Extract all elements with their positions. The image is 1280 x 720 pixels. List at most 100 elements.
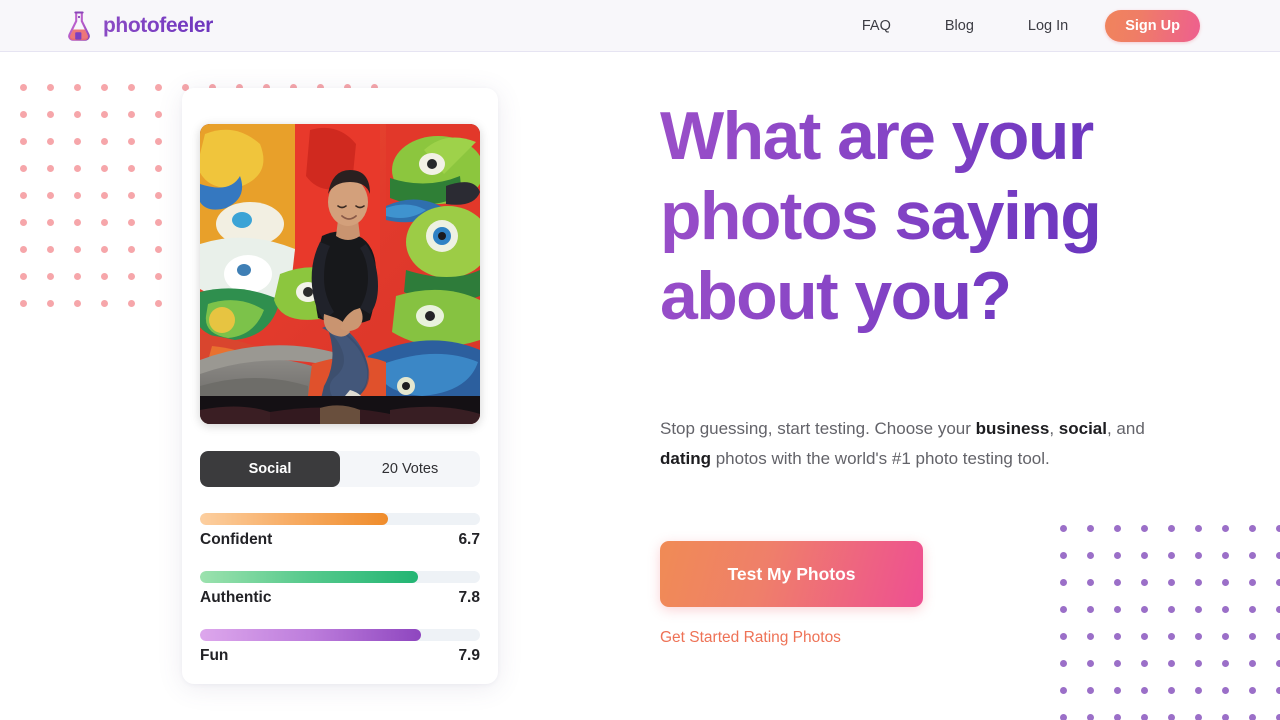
decorative-dot xyxy=(1249,552,1256,559)
decorative-dot xyxy=(1141,660,1148,667)
site-header: photofeeler FAQ Blog Log In Sign Up xyxy=(0,0,1280,52)
trait-label-row: Fun 7.9 xyxy=(200,647,480,665)
headline-line-1: What are your xyxy=(660,98,1093,174)
decorative-dot xyxy=(1249,633,1256,640)
subtext-bold-social: social xyxy=(1058,419,1107,438)
decorative-dot xyxy=(128,165,135,172)
decorative-dot xyxy=(1276,660,1280,667)
decorative-dot xyxy=(1195,714,1202,720)
decorative-dot xyxy=(1249,660,1256,667)
subtext-bold-business: business xyxy=(975,419,1050,438)
decorative-dot xyxy=(128,111,135,118)
trait-name: Confident xyxy=(200,531,273,548)
trait-name: Authentic xyxy=(200,589,272,606)
decorative-dot xyxy=(101,273,108,280)
brand-logo[interactable]: photofeeler xyxy=(66,10,213,42)
decorative-dot xyxy=(1249,525,1256,532)
decorative-dot xyxy=(47,111,54,118)
decorative-dot xyxy=(1276,579,1280,586)
tab-social[interactable]: Social xyxy=(200,451,340,487)
nav-link-blog[interactable]: Blog xyxy=(945,18,974,34)
nav-link-login[interactable]: Log In xyxy=(1028,18,1068,34)
decorative-dot xyxy=(74,273,81,280)
tab-votes[interactable]: 20 Votes xyxy=(340,451,480,487)
decorative-dot xyxy=(47,300,54,307)
decorative-dot xyxy=(1195,687,1202,694)
photo-result-card: Social 20 Votes Confident 6.7 Authentic xyxy=(182,88,498,684)
decorative-dot xyxy=(155,84,162,91)
trait-score: 7.8 xyxy=(458,589,480,606)
decorative-dot xyxy=(155,192,162,199)
decorative-dot xyxy=(47,84,54,91)
decorative-dot xyxy=(1114,660,1121,667)
trait-bar-fill xyxy=(200,629,422,641)
trait-score: 6.7 xyxy=(458,531,480,548)
decorative-dot xyxy=(128,84,135,91)
decorative-dot xyxy=(20,219,27,226)
decorative-dot xyxy=(1087,714,1094,720)
trait-bar-fill xyxy=(200,571,419,583)
decorative-dot xyxy=(128,192,135,199)
get-started-rating-link[interactable]: Get Started Rating Photos xyxy=(660,629,841,647)
trait-bar-track xyxy=(200,629,480,641)
test-my-photos-button[interactable]: Test My Photos xyxy=(660,541,923,607)
decorative-dot xyxy=(101,300,108,307)
decorative-dot xyxy=(1222,687,1229,694)
nav-link-faq[interactable]: FAQ xyxy=(862,18,891,34)
decorative-dot xyxy=(1060,660,1067,667)
decorative-dot xyxy=(1087,660,1094,667)
decorative-dot xyxy=(1222,579,1229,586)
decorative-dot xyxy=(47,138,54,145)
decorative-dot xyxy=(128,138,135,145)
decorative-dot xyxy=(74,165,81,172)
hero-section: What are your photos saying about you? S… xyxy=(660,96,1220,647)
decorative-dot xyxy=(74,84,81,91)
decorative-dot xyxy=(128,300,135,307)
subtext-part-3: , and xyxy=(1106,419,1145,438)
trait-name: Fun xyxy=(200,647,229,664)
subtext-part-4: photos with the world's #1 photo testing… xyxy=(711,449,1050,468)
decorative-dot xyxy=(1060,687,1067,694)
decorative-dot xyxy=(47,219,54,226)
trait-score: 7.9 xyxy=(458,647,480,664)
decorative-dot xyxy=(47,246,54,253)
decorative-dot xyxy=(74,246,81,253)
decorative-dot xyxy=(1276,687,1280,694)
headline-line-3: about you? xyxy=(660,258,1011,334)
decorative-dot xyxy=(101,165,108,172)
decorative-dot xyxy=(1276,633,1280,640)
decorative-dot xyxy=(20,138,27,145)
decorative-dot xyxy=(155,273,162,280)
page-title: What are your photos saying about you? xyxy=(660,96,1220,336)
decorative-dot xyxy=(101,111,108,118)
decorative-dot xyxy=(101,84,108,91)
decorative-dot xyxy=(1222,606,1229,613)
decorative-dot xyxy=(155,165,162,172)
decorative-dot xyxy=(101,219,108,226)
decorative-dot xyxy=(1249,687,1256,694)
landing-page: photofeeler FAQ Blog Log In Sign Up Soci… xyxy=(0,0,1280,720)
decorative-dot xyxy=(47,273,54,280)
decorative-dot xyxy=(128,219,135,226)
decorative-dot xyxy=(20,273,27,280)
decorative-dot xyxy=(155,300,162,307)
subtext-part-1: Stop guessing, start testing. Choose you… xyxy=(660,419,976,438)
decorative-dot xyxy=(1222,633,1229,640)
photo-preview[interactable] xyxy=(200,124,480,424)
decorative-dot xyxy=(20,165,27,172)
decorative-dot xyxy=(1141,687,1148,694)
decorative-dot xyxy=(128,273,135,280)
decorative-dot xyxy=(1249,606,1256,613)
decorative-dot xyxy=(20,192,27,199)
decorative-dot xyxy=(1195,660,1202,667)
decorative-dot xyxy=(1249,714,1256,720)
decorative-dot xyxy=(20,246,27,253)
decorative-dot xyxy=(74,111,81,118)
subtext-bold-dating: dating xyxy=(660,449,711,468)
decorative-dot xyxy=(20,300,27,307)
sign-up-button[interactable]: Sign Up xyxy=(1105,10,1200,42)
trait-fun: Fun 7.9 xyxy=(200,629,480,665)
decorative-dot xyxy=(74,138,81,145)
decorative-dot xyxy=(20,111,27,118)
decorative-dot xyxy=(1222,660,1229,667)
